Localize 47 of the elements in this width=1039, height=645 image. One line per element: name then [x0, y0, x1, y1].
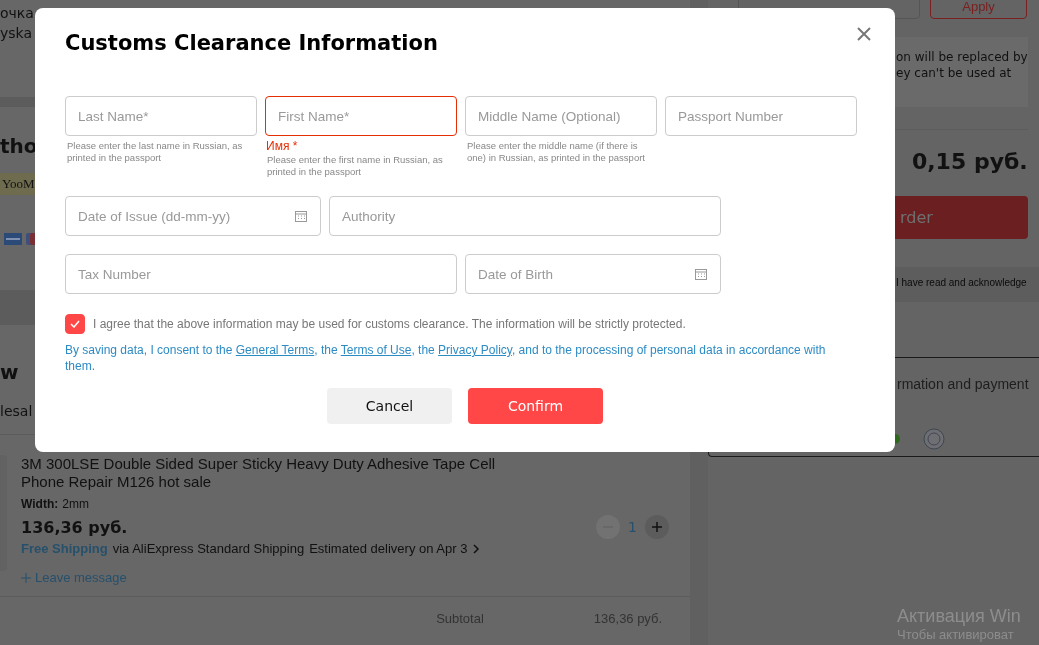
coupon-note: ey can't be used at	[896, 65, 1013, 81]
card-icon	[4, 233, 22, 245]
info-text: rmation and payment	[897, 376, 1030, 392]
field-hint: Please enter the last name in Russian, as printed in the passport	[66, 140, 244, 164]
input-field[interactable]: Date of Issue (dd-mm-yy)	[65, 196, 321, 236]
confirm-button[interactable]: Confirm	[468, 388, 603, 424]
section-heading: tho	[0, 133, 38, 159]
check-icon	[70, 320, 80, 328]
seal-icon	[923, 428, 945, 450]
card-icon	[26, 233, 36, 245]
consent-text: By saving data, I consent to the General Terms, the Terms of Use, the Privacy Policy, and to the processing of personal data in accordance with them.	[65, 342, 827, 374]
error-message: Имя *	[265, 139, 299, 153]
field-hint: Please enter the first name in Russian, as printed in the passport	[266, 154, 444, 178]
input-field[interactable]: Date of Birth	[465, 254, 721, 294]
calendar-icon[interactable]	[695, 268, 707, 280]
terms-link[interactable]: Privacy Policy	[438, 343, 512, 357]
input-field[interactable]: Passport Number	[665, 96, 857, 136]
order-total: 0,15 руб.	[911, 149, 1028, 174]
section-heading: w	[0, 359, 19, 385]
quantity-value: 1	[628, 519, 637, 535]
address-text: очка	[0, 4, 34, 23]
dialog-title: Customs Clearance Information	[65, 31, 438, 55]
plus-icon[interactable]	[645, 515, 669, 539]
product-title[interactable]: 3M 300LSE Double Sided Super Sticky Heavy Duty Adhesive Tape Cell Phone Repair M126 hot sale	[21, 455, 501, 491]
input-field[interactable]: Authority	[329, 196, 721, 236]
coupon-note: on will be replaced by	[896, 49, 1028, 65]
agreement-text: I have read and acknowledge	[896, 277, 1027, 288]
delivery-estimate[interactable]: Estimated delivery on Apr 3	[309, 541, 468, 556]
input-field[interactable]: First Name*	[265, 96, 457, 136]
product-price: 136,36 руб.	[21, 517, 128, 537]
option-label: Width:	[21, 497, 59, 511]
shipping-method: via AliExpress Standard Shipping	[112, 541, 305, 556]
field-hint: Please enter the middle name (if there is one) in Russian, as printed in the passport	[466, 140, 646, 164]
checkbox[interactable]	[65, 314, 85, 334]
seller-name: lesal	[0, 403, 33, 419]
input-field[interactable]: Tax Number	[65, 254, 457, 294]
option-value: 2mm	[62, 497, 89, 511]
payment-badge[interactable]: YooM	[0, 173, 37, 195]
input-field[interactable]: Last Name*	[65, 96, 257, 136]
address-text: yska	[0, 24, 33, 43]
calendar-icon[interactable]	[295, 210, 307, 222]
input-field[interactable]: Middle Name (Optional)	[465, 96, 657, 136]
close-icon[interactable]	[857, 27, 871, 41]
cancel-button[interactable]: Cancel	[327, 388, 452, 424]
chevron-icon[interactable]	[472, 542, 481, 555]
agree-label: I agree that the above information may be used for customs clearance. The information will be strictly protected.	[93, 317, 686, 331]
free-shipping-text: Free Shipping	[21, 541, 108, 556]
